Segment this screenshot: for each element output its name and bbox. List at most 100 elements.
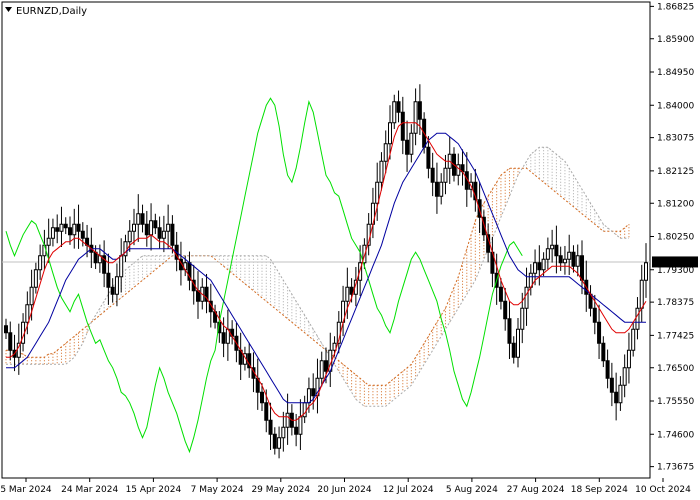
candle-body bbox=[575, 255, 580, 267]
candle-body bbox=[550, 244, 555, 250]
candle-body bbox=[554, 244, 559, 257]
candle-body bbox=[592, 307, 597, 323]
candle-body bbox=[277, 437, 282, 449]
y-tick-label: 1.73675 bbox=[657, 463, 694, 473]
candle-body bbox=[298, 416, 303, 435]
candle-body bbox=[567, 251, 572, 260]
candle-body bbox=[545, 248, 550, 260]
candle-body bbox=[580, 255, 584, 281]
candle-body bbox=[413, 101, 418, 134]
candle-body bbox=[375, 181, 380, 204]
y-tick-label: 1.78375 bbox=[657, 298, 694, 308]
candle-body bbox=[498, 286, 503, 302]
candle-body bbox=[601, 342, 606, 362]
candle-body bbox=[319, 360, 324, 379]
current-price-tag: 1.79523 bbox=[652, 256, 698, 268]
candle-body bbox=[417, 101, 422, 120]
candle-body bbox=[405, 139, 410, 155]
candle-body bbox=[409, 132, 414, 155]
candle-body bbox=[114, 276, 119, 295]
y-tick-label: 1.75550 bbox=[657, 397, 694, 407]
y-tick-label: 1.83075 bbox=[657, 134, 694, 144]
candle-body bbox=[426, 146, 431, 169]
candle-body bbox=[260, 391, 264, 404]
candle-body bbox=[537, 262, 542, 271]
x-tick-label: 29 May 2024 bbox=[251, 485, 310, 495]
x-tick-label: 27 Aug 2024 bbox=[507, 485, 565, 495]
candle-body bbox=[4, 325, 8, 334]
candle-body bbox=[635, 307, 640, 330]
candle-body bbox=[605, 360, 610, 379]
candle-body bbox=[68, 227, 72, 236]
candle-body bbox=[285, 412, 290, 428]
candle-body bbox=[439, 181, 444, 197]
x-tick-label: 7 May 2024 bbox=[191, 485, 244, 495]
y-tick-label: 1.84950 bbox=[657, 68, 694, 78]
candle-body bbox=[264, 402, 269, 421]
candle-body bbox=[520, 307, 525, 330]
candle-body bbox=[622, 367, 627, 386]
candle-body bbox=[392, 101, 397, 124]
candle-body bbox=[311, 388, 316, 397]
candle-body bbox=[511, 342, 516, 358]
x-tick-label: 20 Jun 2024 bbox=[317, 485, 371, 495]
candle-body bbox=[170, 223, 175, 246]
y-tick-label: 1.84000 bbox=[657, 101, 694, 111]
candle-body bbox=[306, 388, 311, 404]
candle-body bbox=[443, 167, 448, 183]
candle-body bbox=[396, 101, 401, 113]
price-axis: 1.86825 1.85900 1.84950 1.84000 1.83075 1.821… bbox=[650, 2, 694, 473]
candle-body bbox=[29, 286, 34, 306]
candle-body bbox=[324, 360, 328, 372]
y-tick-label: 1.76500 bbox=[657, 364, 694, 374]
candle-body bbox=[609, 377, 614, 393]
candle-body bbox=[38, 255, 43, 271]
candle-body bbox=[72, 223, 77, 236]
candle-body bbox=[161, 230, 166, 239]
candle-body bbox=[63, 223, 68, 229]
y-tick-label: 1.82125 bbox=[657, 167, 694, 177]
candle-body bbox=[25, 304, 30, 323]
candle-body bbox=[383, 143, 388, 162]
candle-body bbox=[272, 433, 277, 449]
candle-body bbox=[644, 262, 648, 281]
x-tick-label: 24 Mar 2024 bbox=[61, 485, 118, 495]
candle-body bbox=[571, 251, 576, 267]
candle-body bbox=[597, 321, 602, 344]
x-tick-label: 18 Sep 2024 bbox=[571, 485, 628, 495]
price-tag-label: 1.79523 bbox=[656, 258, 693, 268]
candle-body bbox=[55, 227, 60, 232]
candle-body bbox=[614, 391, 619, 404]
chart-header: EURNZD,Daily bbox=[5, 6, 87, 17]
candle-body bbox=[93, 251, 98, 264]
candle-body bbox=[434, 181, 439, 197]
candle-body bbox=[294, 426, 299, 435]
candle-body bbox=[33, 269, 38, 288]
candle-body bbox=[166, 223, 171, 232]
candle-body bbox=[618, 384, 623, 404]
y-tick-label: 1.85900 bbox=[657, 35, 694, 45]
candle-body bbox=[400, 111, 405, 141]
candle-body bbox=[558, 255, 563, 264]
candle-body bbox=[136, 213, 141, 225]
candle-body bbox=[8, 332, 13, 351]
candle-body bbox=[46, 237, 51, 246]
y-tick-label: 1.86825 bbox=[657, 2, 694, 12]
candle-body bbox=[119, 255, 124, 278]
candle-body bbox=[541, 258, 546, 271]
candle-body bbox=[379, 160, 384, 183]
candle-body bbox=[507, 318, 512, 344]
candle-body bbox=[127, 230, 132, 243]
candle-body bbox=[626, 349, 631, 369]
candle-body bbox=[533, 262, 538, 274]
x-tick-label: 15 Apr 2024 bbox=[126, 485, 182, 495]
candle-body bbox=[388, 122, 392, 145]
plot-frame bbox=[1, 1, 651, 479]
candle-body bbox=[345, 286, 350, 302]
x-tick-label: 10 Oct 2024 bbox=[635, 485, 691, 495]
candle-body bbox=[149, 220, 154, 236]
candle-body bbox=[639, 279, 644, 309]
candle-body bbox=[140, 213, 145, 225]
candle-body bbox=[106, 272, 111, 288]
candle-body bbox=[144, 223, 149, 236]
